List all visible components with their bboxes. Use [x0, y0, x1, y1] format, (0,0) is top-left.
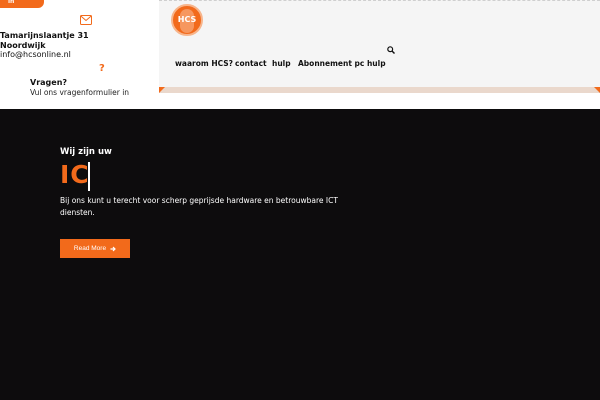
top-tab-label: in: [8, 0, 15, 5]
email-link[interactable]: info@hcsonline.nl: [0, 50, 89, 60]
hero-typed-text: IC: [60, 160, 90, 189]
arrow-right-icon: [110, 246, 116, 251]
mail-icon: [80, 15, 92, 25]
nav-item-hulp[interactable]: hulp: [272, 59, 291, 68]
header-strip: [159, 87, 600, 93]
nav-item-waarom-hcs[interactable]: waarom HCS?: [175, 59, 233, 68]
top-tab[interactable]: in: [0, 0, 44, 8]
read-more-button[interactable]: Read More: [60, 239, 130, 258]
questions-title: Vragen?: [30, 78, 68, 87]
read-more-label: Read More: [73, 245, 107, 252]
questions-form-link[interactable]: Vul ons vragenformulier in: [30, 88, 129, 97]
address-city: Noordwijk: [0, 40, 46, 50]
hero-description: Bij ons kunt u terecht voor scherp gepri…: [60, 196, 338, 217]
site-header: [159, 0, 600, 90]
address-block: Tamarijnslaantje 31 Noordwijk info@hcson…: [0, 31, 89, 60]
logo-text: HCS: [177, 15, 197, 24]
strip-corner-left: [159, 87, 165, 93]
question-icon: ?: [99, 63, 105, 74]
logo[interactable]: HCS: [171, 4, 203, 36]
contact-info-panel: in Tamarijnslaantje 31 Noordwijk info@hc…: [0, 0, 159, 109]
typing-cursor: [88, 162, 90, 191]
hero-title: Wij zijn uw: [60, 147, 112, 157]
search-icon[interactable]: [387, 46, 395, 54]
strip-corner-right: [594, 87, 600, 93]
nav-item-abonnement[interactable]: Abonnement pc hulp: [298, 59, 386, 68]
nav-item-contact[interactable]: contact: [235, 59, 267, 68]
address-street: Tamarijnslaantje 31: [0, 31, 89, 40]
